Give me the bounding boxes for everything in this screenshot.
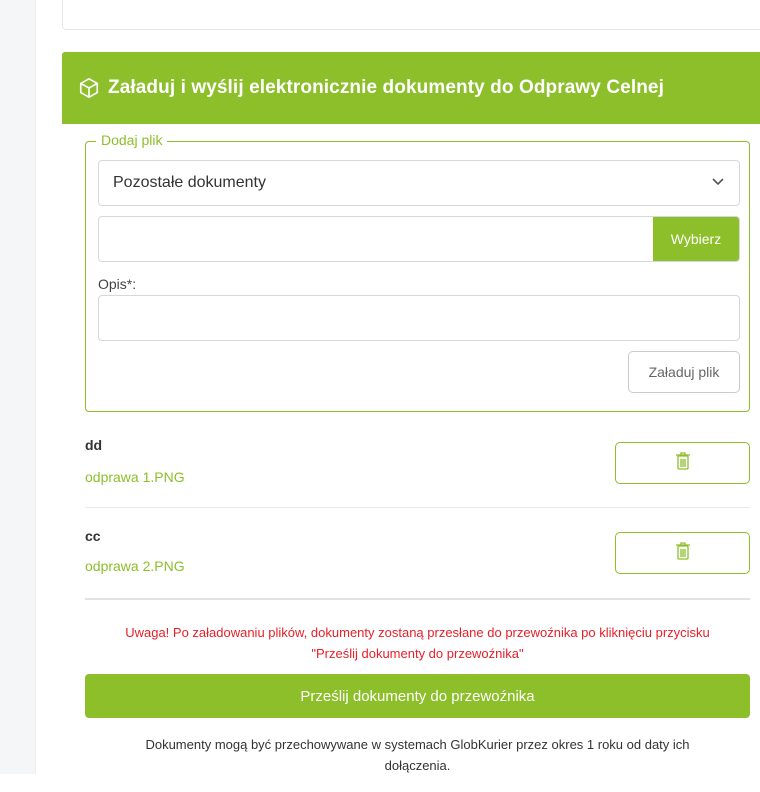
file-item-filename[interactable]: odprawa 2.PNG — [85, 558, 185, 574]
customs-documents-panel: Załaduj i wyślij elektronicznie dokument… — [62, 52, 760, 792]
cube-icon — [78, 77, 100, 99]
file-item-name: dd — [85, 437, 103, 453]
warning-line-1: Uwaga! Po załadowaniu plików, dokumenty … — [125, 625, 710, 640]
file-item: dd odprawa 1.PNG — [85, 437, 750, 497]
file-input[interactable]: Wybierz — [98, 216, 740, 262]
document-type-value: Pozostałe dokumenty — [113, 174, 266, 191]
description-label: Opis*: — [98, 276, 137, 292]
description-input[interactable] — [98, 295, 740, 341]
file-item: cc odprawa 2.PNG — [85, 528, 750, 588]
document-type-select[interactable]: Pozostałe dokumenty — [98, 160, 740, 206]
delete-file-button[interactable] — [615, 442, 750, 484]
chevron-down-icon — [711, 174, 725, 192]
upload-file-button[interactable]: Załaduj plik — [628, 351, 740, 393]
warning-line-2: "Prześlij dokumenty do przewoźnika" — [311, 646, 524, 661]
send-to-carrier-button[interactable]: Prześlij dokumenty do przewoźnika — [85, 674, 750, 718]
files-end-divider — [85, 598, 750, 600]
file-item-name: cc — [85, 528, 101, 544]
retention-note: Dokumenty mogą być przechowywane w syste… — [85, 734, 750, 776]
previous-card — [62, 0, 760, 30]
trash-icon — [675, 541, 691, 566]
panel-title: Załaduj i wyślij elektronicznie dokument… — [108, 77, 664, 98]
retention-note-line-2: dołączenia. — [384, 758, 451, 773]
add-file-fieldset: Dodaj plik Pozostałe dokumenty Wybierz O… — [85, 132, 750, 412]
file-item-filename[interactable]: odprawa 1.PNG — [85, 469, 185, 485]
trash-icon — [675, 451, 691, 476]
delete-file-button[interactable] — [615, 532, 750, 574]
file-divider — [85, 507, 750, 508]
warning-message: Uwaga! Po załadowaniu plików, dokumenty … — [85, 622, 750, 664]
add-file-legend: Dodaj plik — [96, 132, 168, 148]
choose-file-button[interactable]: Wybierz — [653, 217, 739, 261]
retention-note-line-1: Dokumenty mogą być przechowywane w syste… — [145, 737, 690, 752]
panel-header: Załaduj i wyślij elektronicznie dokument… — [62, 52, 760, 124]
left-sidebar-strip — [0, 0, 36, 774]
